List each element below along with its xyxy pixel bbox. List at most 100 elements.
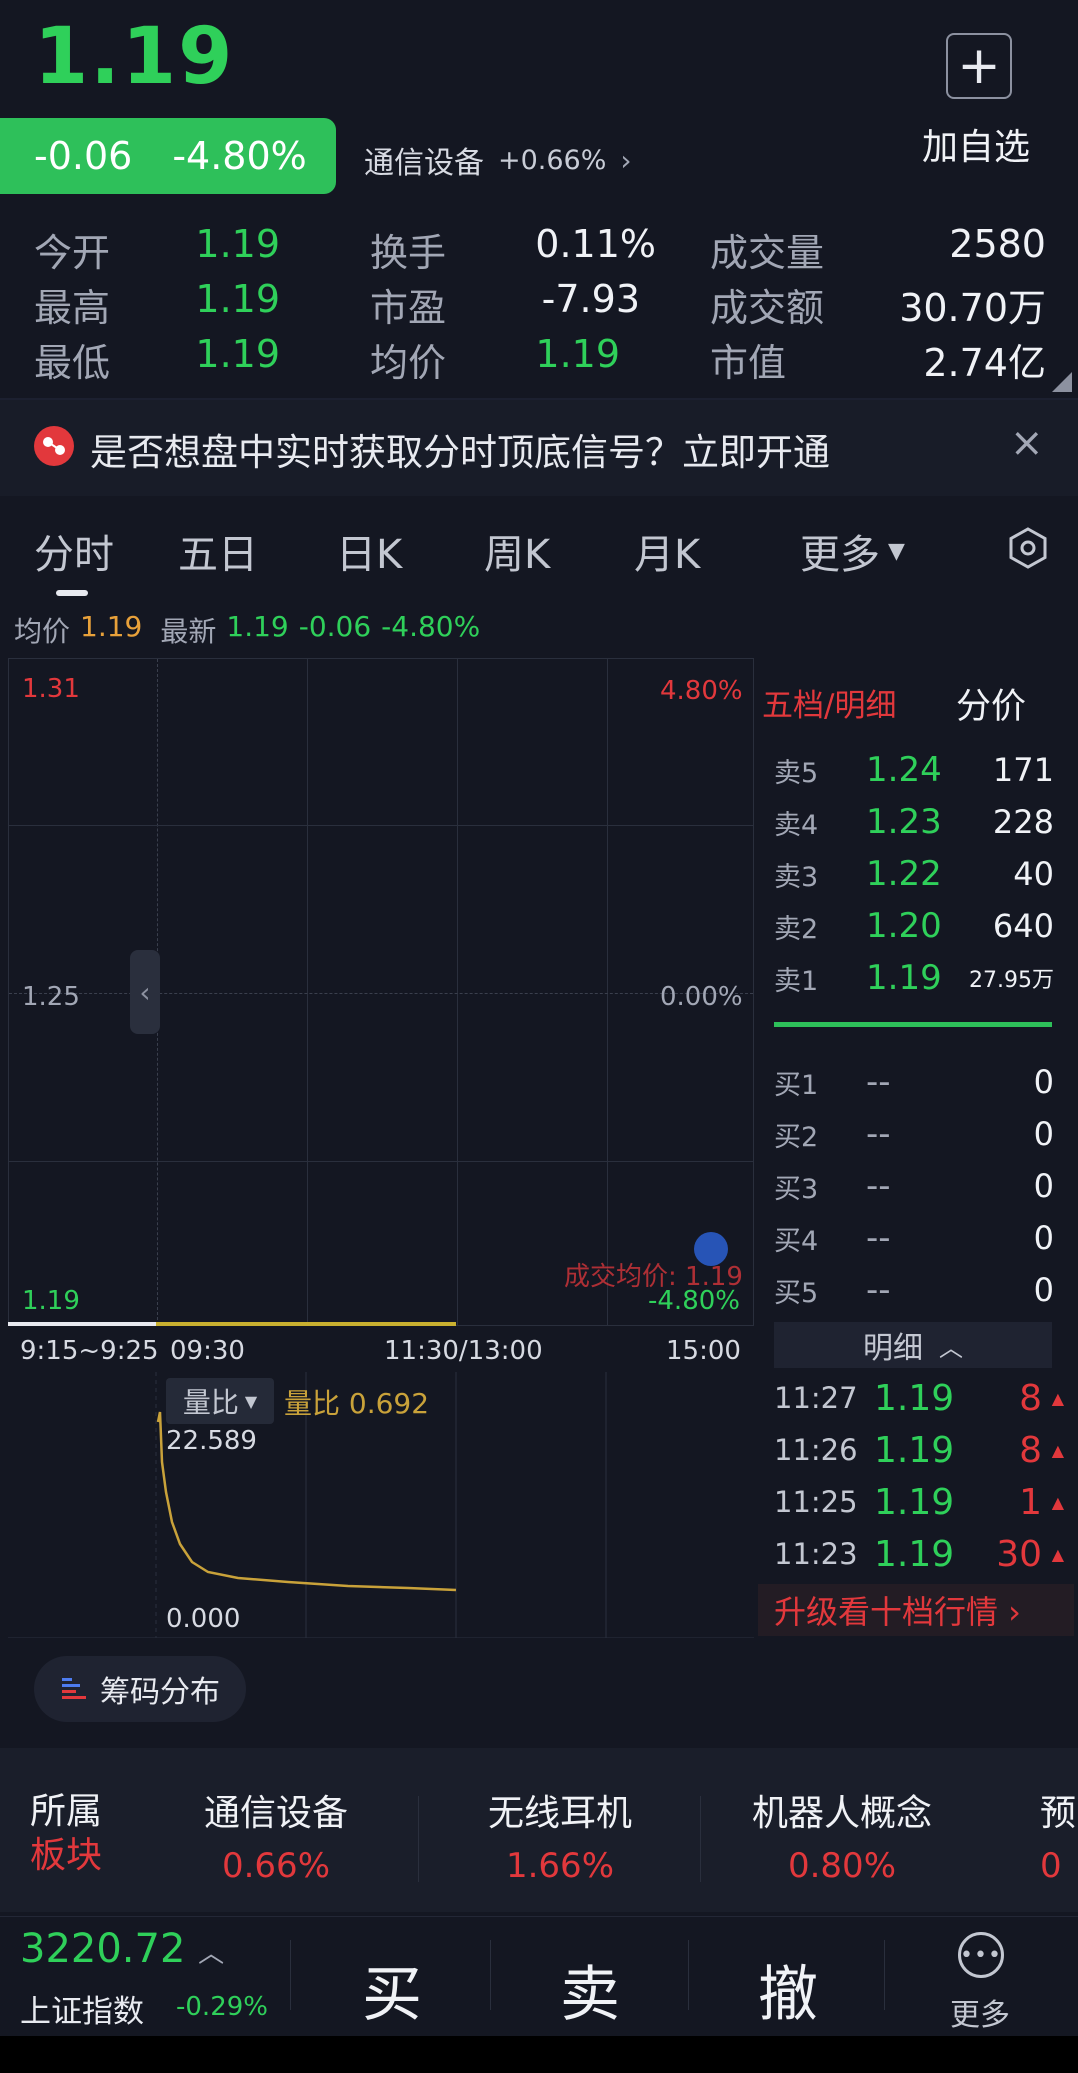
ask-label: 卖5 — [774, 757, 819, 789]
avg-value: 1.19 — [80, 610, 143, 643]
sector-tag: 所属 板块 — [30, 1790, 102, 1878]
bid-label: 买3 — [774, 1173, 819, 1205]
gear-icon[interactable] — [1006, 526, 1050, 570]
tab-intraday[interactable]: 分时 — [34, 522, 114, 580]
index-value-number: 3220.72 — [20, 1926, 186, 1972]
ask-price: 1.22 — [866, 854, 942, 894]
sector-card-name: 预 — [1040, 1793, 1077, 1834]
buy-button[interactable]: 买 — [362, 1946, 422, 2033]
stat-value-low: 1.19 — [195, 332, 280, 376]
tick-row: 11:27 1.19 8 ▲ — [774, 1372, 1064, 1424]
ask-qty: 171 — [992, 751, 1054, 789]
ask-price: 1.20 — [866, 906, 942, 946]
stat-value-volume: 2580 — [949, 222, 1046, 266]
stat-value-high: 1.19 — [195, 277, 280, 321]
trading-progress-line — [156, 1322, 456, 1326]
tab-weekly-k[interactable]: 周K — [484, 522, 550, 580]
order-book-tab[interactable]: 五档/明细 — [762, 680, 896, 725]
tick-volume: 8 — [1019, 1429, 1042, 1471]
ask-qty: 40 — [1013, 855, 1054, 893]
expand-corner-icon[interactable] — [1052, 372, 1072, 392]
price-distribution-tab[interactable]: 分价 — [956, 678, 1026, 729]
pct-axis-top: 4.80% — [660, 676, 743, 706]
sector-card[interactable]: 无线耳机 1.66% — [440, 1784, 680, 1886]
tick-time: 11:27 — [774, 1381, 858, 1415]
bid-row: 买3 -- 0 — [774, 1160, 1054, 1212]
divider — [290, 1940, 291, 2010]
sector-card[interactable]: 预 0 — [1040, 1784, 1078, 1886]
tick-price: 1.19 — [874, 1481, 955, 1523]
tab-five-day[interactable]: 五日 — [178, 522, 258, 580]
grid-line — [9, 825, 753, 826]
volume-ratio-selector[interactable]: 量比 ▼ — [166, 1378, 274, 1424]
tab-active-indicator — [56, 590, 88, 596]
upgrade-ten-level-button[interactable]: 升级看十档行情 › — [758, 1584, 1074, 1636]
chevron-right-icon: › — [620, 143, 632, 177]
chip-distribution-icon — [62, 1678, 86, 1699]
divider — [490, 1940, 491, 2010]
bid-label: 买1 — [774, 1069, 819, 1101]
sector-card[interactable]: 通信设备 0.66% — [156, 1784, 396, 1886]
sector-name: 通信设备 — [364, 146, 484, 181]
avg-label: 均价 — [14, 615, 71, 648]
sector-card[interactable]: 机器人概念 0.80% — [722, 1784, 962, 1886]
chip-distribution-button[interactable]: 筹码分布 — [34, 1656, 246, 1722]
sector-tag-line1: 所属 — [30, 1791, 103, 1832]
stat-value-turnover: 0.11% — [535, 222, 656, 266]
more-button[interactable]: 更多 — [950, 1990, 1010, 2034]
y-axis-bottom: 1.19 — [22, 1286, 80, 1316]
sector-card-pct: 0 — [1040, 1846, 1062, 1886]
tick-row: 11:23 1.19 30 ▲ — [774, 1528, 1064, 1580]
index-change: -0.29% — [176, 1992, 268, 2022]
tick-row: 11:26 1.19 8 ▲ — [774, 1424, 1064, 1476]
latest-value: 1.19 — [226, 610, 289, 643]
bid-price: -- — [866, 1166, 891, 1206]
stat-label-high: 最高 — [34, 286, 111, 330]
sector-card-name: 通信设备 — [203, 1793, 348, 1834]
plus-icon[interactable]: + — [946, 33, 1012, 99]
bid-price: -- — [866, 1218, 891, 1258]
bid-row: 买1 -- 0 — [774, 1056, 1054, 1108]
bid-qty: 0 — [1033, 1167, 1054, 1205]
tab-more-label: 更多 — [800, 532, 880, 578]
detail-label: 明细 — [863, 1331, 923, 1366]
ask-row: 卖4 1.23 228 — [774, 796, 1054, 848]
tick-volume: 1 — [1019, 1481, 1042, 1523]
intraday-chart[interactable] — [8, 658, 754, 1326]
y-axis-top: 1.31 — [22, 674, 80, 704]
ask-label: 卖2 — [774, 913, 819, 945]
sell-button[interactable]: 卖 — [560, 1946, 620, 2033]
detail-toggle[interactable]: 明细 ︿ — [774, 1322, 1052, 1368]
collapse-handle[interactable]: ‹ — [130, 950, 160, 1034]
signal-icon — [34, 426, 74, 466]
sector-link[interactable]: 通信设备 +0.66% › — [364, 138, 632, 182]
bid-row: 买4 -- 0 — [774, 1212, 1054, 1264]
ask-label: 卖4 — [774, 809, 819, 841]
sector-card-pct: 0.80% — [787, 1846, 896, 1886]
tab-more[interactable]: 更多 ▼ — [800, 522, 905, 580]
banner-text[interactable]: 是否想盘中实时获取分时顶底信号？立即开通 — [90, 422, 830, 476]
x-axis-label: 9:15~9:25 — [20, 1336, 159, 1366]
bid-qty: 0 — [1033, 1219, 1054, 1257]
x-axis-label: 11:30/13:00 — [384, 1336, 543, 1366]
ask-row: 卖5 1.24 171 — [774, 744, 1054, 796]
close-icon[interactable]: × — [1010, 420, 1044, 466]
ask-price: 1.19 — [866, 958, 942, 998]
volume-ratio-chip-label: 量比 — [182, 1386, 239, 1419]
tick-time: 11:26 — [774, 1433, 858, 1467]
tick-row: 11:25 1.19 1 ▲ — [774, 1476, 1064, 1528]
order-book-divider — [774, 1022, 1052, 1027]
stat-label-open: 今开 — [34, 231, 111, 275]
cancel-order-button[interactable]: 撤 — [758, 1946, 818, 2033]
divider — [700, 1796, 701, 1882]
ask-row: 卖1 1.19 27.95万 — [774, 952, 1054, 1004]
sector-percent: +0.66% — [498, 144, 607, 176]
tab-daily-k[interactable]: 日K — [336, 522, 402, 580]
ask-price: 1.23 — [866, 802, 942, 842]
crosshair-icon[interactable] — [694, 1232, 728, 1266]
stat-value-avg: 1.19 — [535, 332, 620, 376]
index-value[interactable]: 3220.72 ︿ — [20, 1926, 224, 1972]
more-icon[interactable]: ••• — [958, 1932, 1004, 1978]
tab-monthly-k[interactable]: 月K — [634, 522, 700, 580]
add-watchlist-button[interactable]: 加自选 — [922, 118, 1030, 170]
